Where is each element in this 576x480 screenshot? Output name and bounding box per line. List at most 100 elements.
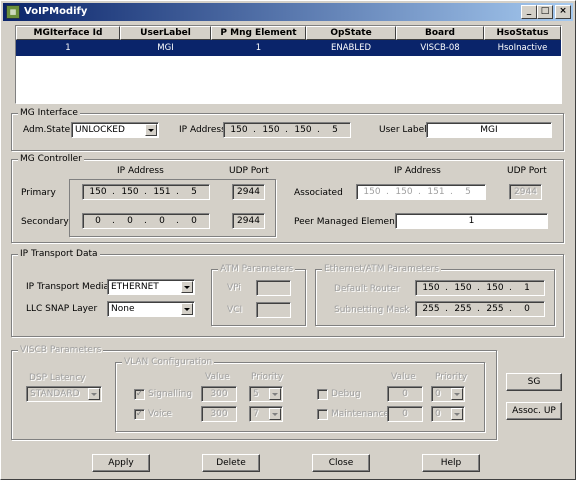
chevron-down-icon [451,408,463,420]
column-label: UDP Port [507,166,547,176]
ethernet-atm-group: Ethernet/ATM Parameters [315,264,555,326]
select-value: 5 [253,389,259,399]
mg-interface-table[interactable]: MGIterface Id UserLabel P Mng Element Op… [15,25,562,104]
ip-octet: 151 [427,187,445,197]
table-cell: VISCB-08 [420,43,460,53]
maintenance-label: Maintenance [331,409,389,419]
maintenance-priority-select: 0 [431,406,465,422]
column-label: UDP Port [229,166,269,176]
signalling-label: Signalling [148,389,193,399]
column-header[interactable]: P Mng Element [211,26,306,40]
ip-octet: 150 [121,187,139,197]
voice-label: Voice [148,409,172,419]
voice-priority-select: 7 [249,406,283,422]
ip-octet: 1 [524,283,530,293]
maintenance-value-field: 0 [387,406,423,422]
ip-octet: 0 [127,216,133,226]
chevron-down-icon[interactable] [181,281,193,293]
adm-state-select[interactable]: UNLOCKED [71,122,159,138]
ip-octet: 150 [294,125,312,135]
column-label: Value [205,372,230,382]
debug-label: Debug [331,389,361,399]
group-legend: VISCB Parameters [18,345,104,355]
vpi-field [256,280,291,296]
column-label: Priority [251,372,284,382]
ip-octet: 150 [454,283,472,293]
apply-button[interactable]: Apply [92,454,150,472]
table-cell: MGI [157,43,174,53]
chevron-down-icon[interactable] [145,124,157,136]
default-router-field[interactable]: 150. 150. 150. 1 [415,280,545,296]
maintenance-checkbox [317,409,328,420]
table-cell: 1 [65,43,71,53]
column-header[interactable]: OpState [306,26,396,40]
mg-ip-address-field[interactable]: 150. 150. 150. 5 [223,122,351,138]
voice-value-field: 300 [201,406,237,422]
column-label: Priority [435,372,468,382]
user-label-field[interactable]: MGI [426,122,552,138]
ip-octet: 0 [95,216,101,226]
subnetting-mask-field[interactable]: 255. 255. 255. 0 [415,301,545,317]
ip-octet: 0 [524,304,530,314]
ip-octet: 150 [395,187,413,197]
peer-managed-element-field[interactable]: 1 [395,213,548,229]
maximize-button[interactable]: □ [537,5,553,19]
select-value: 0 [435,409,441,419]
delete-button[interactable]: Delete [202,454,260,472]
default-router-label: Default Router [334,284,400,294]
column-header[interactable]: MGIterface Id [16,26,120,40]
assoc-up-button[interactable]: Assoc. UP [506,402,562,420]
column-header[interactable]: HsoStatus [484,26,561,40]
select-value: STANDARD [30,389,80,399]
ip-octet: 255 [454,304,472,314]
ip-octet: 5 [191,187,197,197]
ip-octet: 255 [422,304,440,314]
select-value: None [111,304,135,314]
primary-ip-field[interactable]: 150. 150. 151. 5 [82,184,210,200]
secondary-label: Secondary [21,217,69,227]
user-label-label: User Label [379,125,427,135]
transport-media-label: IP Transport Media [26,282,110,292]
help-button[interactable]: Help [422,454,480,472]
transport-media-select[interactable]: ETHERNET [107,279,195,295]
primary-port-field[interactable]: 2944 [232,184,265,200]
ip-octet: 0 [159,216,165,226]
select-value: UNLOCKED [75,125,125,135]
window-title: VoIPModify [24,6,88,17]
vpi-label: VPi [227,283,241,293]
ip-octet: 5 [465,187,471,197]
chevron-down-icon [269,388,281,400]
associated-ip-field[interactable]: 150. 150. 151. 5 [356,184,486,200]
group-legend: IP Transport Data [18,249,100,259]
column-label: IP Address [117,166,164,176]
signalling-checkbox: ✓ [134,389,145,400]
secondary-ip-field[interactable]: 0. 0. 0. 0 [82,213,210,229]
subnetting-mask-label: Subnetting Mask [334,305,410,315]
vci-label: VCI [227,305,243,315]
ip-octet: 150 [363,187,381,197]
select-value: 7 [253,409,259,419]
secondary-port-field[interactable]: 2944 [232,213,265,229]
ip-octet: 150 [230,125,248,135]
chevron-down-icon [88,388,100,400]
select-value: 0 [435,389,441,399]
table-row[interactable]: 1 MGI 1 ENABLED VISCB-08 HsoInactive [16,40,561,56]
sg-button[interactable]: SG [506,373,562,391]
ip-octet: 150 [262,125,280,135]
ip-octet: 150 [422,283,440,293]
column-header[interactable]: UserLabel [120,26,211,40]
title-bar: ▦ VoIPModify _ □ × [3,3,573,21]
llc-snap-select[interactable]: None [107,301,195,317]
chevron-down-icon [269,408,281,420]
adm-state-label: Adm.State [23,125,71,135]
chevron-down-icon[interactable] [181,303,193,315]
group-legend: MG Interface [18,108,80,118]
peer-managed-element-label: Peer Managed Element [294,217,399,227]
column-header[interactable]: Board [396,26,484,40]
close-button[interactable]: Close [312,454,370,472]
primary-label: Primary [21,188,56,198]
close-window-button[interactable]: × [555,5,571,19]
llc-snap-label: LLC SNAP Layer [26,304,98,314]
voip-modify-window: ▦ VoIPModify _ □ × MGIterface Id UserLab… [0,0,576,480]
minimize-button[interactable]: _ [521,5,537,19]
